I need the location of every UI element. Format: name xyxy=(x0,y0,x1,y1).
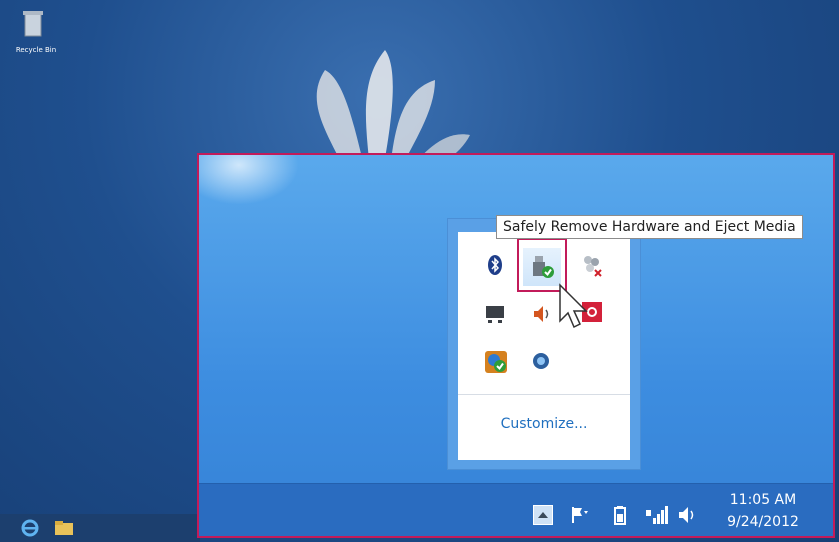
tooltip: Safely Remove Hardware and Eject Media xyxy=(496,215,803,239)
zoom-glow xyxy=(199,155,299,205)
chevron-up-icon xyxy=(538,512,548,518)
show-hidden-icons-button[interactable] xyxy=(533,505,553,525)
safely-remove-hardware-icon[interactable] xyxy=(530,254,556,280)
recycle-bin[interactable]: Recycle Bin xyxy=(10,6,56,54)
bluetooth-icon[interactable] xyxy=(484,254,506,276)
action-center-flag-icon[interactable] xyxy=(569,505,591,525)
network-status-icon[interactable] xyxy=(484,350,508,374)
clock-date[interactable]: 9/24/2012 xyxy=(708,514,818,530)
battery-icon[interactable] xyxy=(612,505,628,525)
display-icon[interactable] xyxy=(484,303,506,325)
volume-icon[interactable] xyxy=(677,505,699,525)
sync-icon[interactable] xyxy=(530,350,552,372)
mouse-cursor xyxy=(559,283,588,329)
customize-link[interactable]: Customize... xyxy=(458,416,630,432)
file-explorer-icon[interactable] xyxy=(54,520,74,536)
internet-explorer-icon[interactable] xyxy=(20,518,40,538)
clock-time[interactable]: 11:05 AM xyxy=(708,492,818,508)
speaker-icon[interactable] xyxy=(531,303,553,325)
recycle-bin-icon xyxy=(23,11,43,37)
network-signal-icon[interactable] xyxy=(645,504,669,526)
flyout-separator xyxy=(458,394,630,395)
homegroup-error-icon[interactable] xyxy=(580,254,604,278)
recycle-bin-label: Recycle Bin xyxy=(15,46,57,54)
